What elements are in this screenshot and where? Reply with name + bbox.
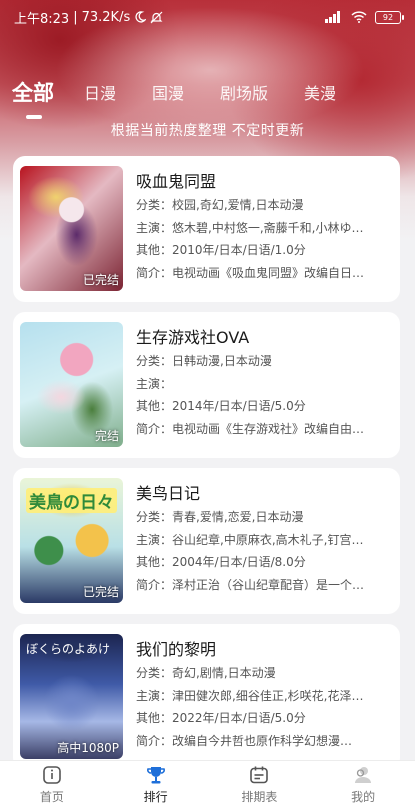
item-other: 其他：2014年/日本/日语/5.0分 [136,399,306,413]
status-net-speed: 73.2K/s [81,9,131,25]
nav-schedule[interactable]: 排期表 [208,761,312,808]
tab-chinese[interactable]: 国漫 [152,80,184,104]
status-badge: 已完结 [82,585,119,599]
nav-ranking-label: 排行 [143,790,168,804]
trophy-icon [146,767,165,784]
category-tabs: 全部 日漫 国漫 剧场版 美漫 [0,70,415,119]
calendar-icon [250,766,269,784]
item-title: 美鸟日记 [136,484,201,503]
item-intro: 简介：电视动画《生存游戏社》改编自由… [136,421,365,436]
item-other: 其他：2022年/日本/日语/5.0分 [136,711,306,725]
muted-bell-icon [150,11,163,23]
item-category: 分类：日韩动漫,日本动漫 [136,354,272,368]
list-item[interactable]: 已完结 吸血鬼同盟 分类：校园,奇幻,爱情,日本动漫 主演：悠木碧,中村悠一,斋… [13,156,400,302]
item-category: 分类：青春,爱情,恋爱,日本动漫 [136,510,304,524]
item-cast: 主演：悠木碧,中村悠一,斋藤千和,小林ゆ… [136,220,364,235]
nav-schedule-label: 排期表 [241,790,278,804]
home-icon [43,766,61,784]
item-title: 生存游戏社OVA [136,328,250,347]
profile-icon [355,767,372,783]
poster-image: 已完结 [20,166,123,291]
wifi-icon [351,11,367,23]
tab-all[interactable]: 全部 [12,77,54,119]
item-title: 吸血鬼同盟 [136,172,217,191]
nav-profile[interactable]: 我的 [311,761,415,808]
status-time: 上午8:23 [14,11,70,27]
poster-image: 美鳥の日々 已完结 [20,478,123,603]
list-item[interactable]: ぼくらのよあけ 高中1080P 我们的黎明 分类：奇幻,剧情,日本动漫 主演：津… [13,624,400,770]
status-bar: 上午8:23 | 73.2K/s 92 [0,0,415,34]
bottom-nav: 首页 排行 排期表 我的 [0,760,415,808]
tab-american[interactable]: 美漫 [304,80,336,104]
nav-profile-label: 我的 [351,790,376,804]
poster-image: 完结 [20,322,123,447]
moon-icon [135,11,147,23]
item-intro: 简介：泽村正治（谷山纪章配音）是一个… [136,577,365,592]
status-badge: 完结 [94,429,119,443]
item-cast: 主演：谷山纪章,中原麻衣,高木礼子,钉宫… [136,532,364,547]
nav-home[interactable]: 首页 [0,761,104,808]
poster-title-text: ぼくらのよあけ [26,642,111,656]
battery-level: 92 [382,12,394,22]
poster-image: ぼくらのよあけ 高中1080P [20,634,123,759]
nav-home-label: 首页 [39,790,64,804]
item-category: 分类：校园,奇幻,爱情,日本动漫 [136,198,304,212]
item-other: 其他：2004年/日本/日语/8.0分 [136,555,306,569]
status-separator: | [73,9,78,25]
ranking-subtitle: 根据当前热度整理 不定时更新 [110,123,305,139]
list-item[interactable]: 美鳥の日々 已完结 美鸟日记 分类：青春,爱情,恋爱,日本动漫 主演：谷山纪章,… [13,468,400,614]
nav-ranking[interactable]: 排行 [104,761,208,808]
item-cast: 主演：津田健次郎,细谷佳正,杉咲花,花泽… [136,688,364,703]
item-intro: 简介：改编自今井哲也原作科学幻想漫… [136,733,353,748]
poster-title-text: 美鳥の日々 [26,488,117,513]
status-badge: 已完结 [82,273,119,287]
item-category: 分类：奇幻,剧情,日本动漫 [136,666,276,680]
item-cast: 主演： [136,376,173,391]
anime-list: 已完结 吸血鬼同盟 分类：校园,奇幻,爱情,日本动漫 主演：悠木碧,中村悠一,斋… [13,156,400,780]
tab-movie[interactable]: 剧场版 [220,80,268,104]
signal-icon [325,11,340,23]
item-title: 我们的黎明 [136,640,217,659]
status-badge: 高中1080P [57,741,119,755]
tab-japanese[interactable]: 日漫 [84,80,116,104]
item-other: 其他：2010年/日本/日语/1.0分 [136,243,306,257]
list-item[interactable]: 完结 生存游戏社OVA 分类：日韩动漫,日本动漫 主演： 其他：2014年/日本… [13,312,400,458]
item-intro: 简介：电视动画《吸血鬼同盟》改编自日… [136,265,365,280]
battery-icon: 92 [375,10,404,24]
